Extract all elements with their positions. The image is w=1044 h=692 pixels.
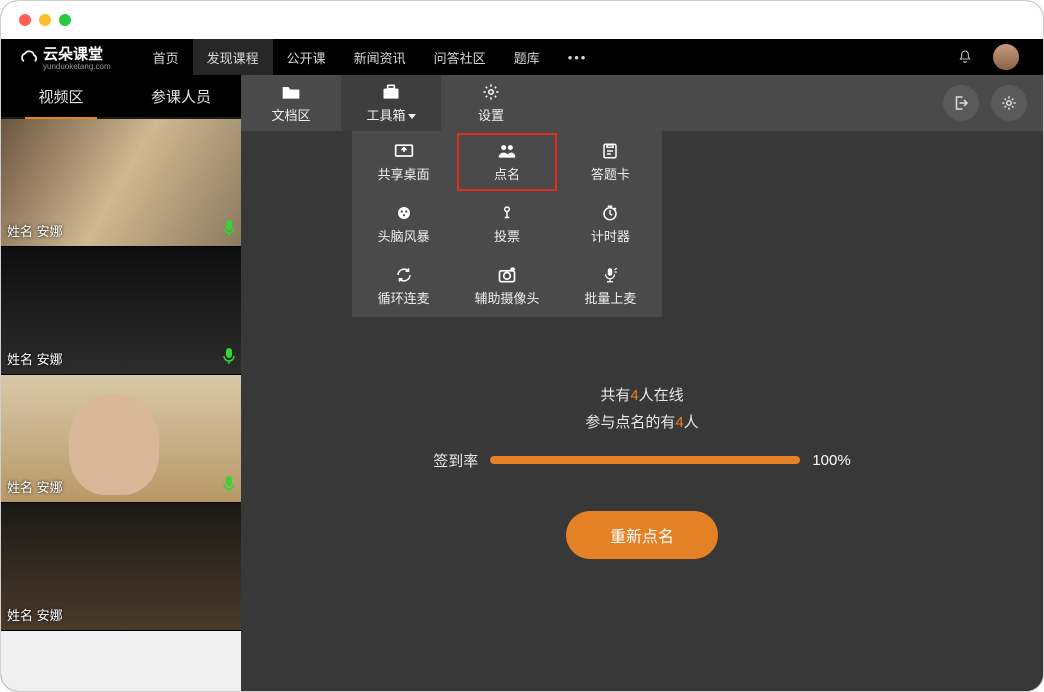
tab-participants[interactable]: 参课人员: [121, 75, 241, 117]
tool-toolbox-label: 工具箱: [366, 105, 415, 124]
video-tile[interactable]: [1, 631, 241, 691]
re-rollcall-button[interactable]: 重新点名: [566, 511, 718, 559]
cloud-icon: [19, 48, 39, 66]
window-titlebar: [1, 1, 1043, 39]
video-list: 姓名 安娜 姓名 安娜 姓名 安娜 姓名 安娜: [1, 119, 241, 691]
folder-icon: [281, 83, 301, 101]
tool-docs[interactable]: 文档区: [241, 75, 341, 131]
tool-share-desktop[interactable]: 共享桌面: [352, 131, 455, 193]
logo-subtext: yunduoketang.com: [43, 62, 111, 71]
share-icon: [394, 142, 414, 160]
bell-icon[interactable]: [957, 49, 973, 65]
video-tile[interactable]: 姓名 安娜: [1, 119, 241, 247]
tool-rollcall[interactable]: 点名: [455, 131, 558, 193]
nav-home[interactable]: 首页: [139, 39, 193, 75]
chevron-down-icon: [408, 114, 416, 119]
nav-exam[interactable]: 题库: [500, 39, 554, 75]
exit-button[interactable]: [943, 85, 979, 121]
signin-rate-fill: [490, 456, 800, 464]
tool-loop-mic[interactable]: 循环连麦: [352, 255, 455, 317]
toolbar-right: [943, 75, 1043, 131]
gear-icon: [481, 83, 501, 101]
brain-icon: [394, 204, 414, 222]
settings-button[interactable]: [991, 85, 1027, 121]
participant-name: 姓名 安娜: [7, 221, 63, 240]
nav-open-class[interactable]: 公开课: [273, 39, 340, 75]
signin-rate-row: 签到率 100%: [433, 450, 850, 471]
maximize-dot[interactable]: [59, 14, 71, 26]
toolbox-dropdown: 共享桌面 点名 答题卡 头脑风暴 投票 计时器 循环连麦 辅助摄像头: [352, 131, 662, 317]
sidebar-tabs: 视频区 参课人员: [1, 75, 241, 119]
loop-icon: [394, 266, 414, 284]
nav-right: [957, 44, 1043, 70]
timer-icon: [600, 204, 620, 222]
tool-timer[interactable]: 计时器: [559, 193, 662, 255]
video-tile[interactable]: 姓名 安娜: [1, 503, 241, 631]
vote-icon: [497, 204, 517, 222]
logo[interactable]: 云朵课堂 yunduoketang.com: [19, 43, 111, 71]
signin-rate-label: 签到率: [433, 450, 478, 471]
video-tile[interactable]: 姓名 安娜: [1, 375, 241, 503]
tool-brainstorm[interactable]: 头脑风暴: [352, 193, 455, 255]
tool-answer-card[interactable]: 答题卡: [559, 131, 662, 193]
avatar[interactable]: [993, 44, 1019, 70]
people-icon: [497, 142, 517, 160]
video-tile[interactable]: 姓名 安娜: [1, 247, 241, 375]
nav-discover[interactable]: 发现课程: [193, 39, 273, 75]
tab-video[interactable]: 视频区: [1, 75, 121, 117]
close-dot[interactable]: [19, 14, 31, 26]
tool-docs-label: 文档区: [271, 105, 310, 124]
tool-settings-label: 设置: [478, 105, 504, 124]
sidebar: 视频区 参课人员 姓名 安娜 姓名 安娜 姓名 安娜: [1, 75, 241, 691]
participant-name: 姓名 安娜: [7, 605, 63, 624]
signin-rate-bar: [490, 456, 800, 464]
logo-text: 云朵课堂: [43, 46, 103, 63]
toolbox-icon: [381, 83, 401, 101]
tool-settings[interactable]: 设置: [441, 75, 541, 131]
card-icon: [600, 142, 620, 160]
gear-icon: [1000, 94, 1018, 112]
nav-more[interactable]: •••: [554, 39, 602, 75]
nav-qa[interactable]: 问答社区: [420, 39, 500, 75]
top-nav: 云朵课堂 yunduoketang.com 首页 发现课程 公开课 新闻资讯 问…: [1, 39, 1043, 75]
camera-icon: [497, 266, 517, 284]
minimize-dot[interactable]: [39, 14, 51, 26]
signin-rate-pct: 100%: [812, 452, 850, 469]
app-window: 云朵课堂 yunduoketang.com 首页 发现课程 公开课 新闻资讯 问…: [0, 0, 1044, 692]
exit-icon: [952, 94, 970, 112]
mic-icon: [223, 348, 235, 364]
mic-icon: [223, 220, 235, 236]
batchmic-icon: [600, 266, 620, 284]
mic-icon: [223, 476, 235, 492]
online-count-line: 共有4人在线: [600, 384, 683, 405]
tool-batch-mic[interactable]: 批量上麦: [559, 255, 662, 317]
participated-count-line: 参与点名的有4人: [585, 411, 698, 432]
tool-toolbox[interactable]: 工具箱: [341, 75, 441, 131]
participant-name: 姓名 安娜: [7, 349, 63, 368]
nav-items: 首页 发现课程 公开课 新闻资讯 问答社区 题库 •••: [139, 39, 602, 75]
tool-aux-camera[interactable]: 辅助摄像头: [455, 255, 558, 317]
nav-news[interactable]: 新闻资讯: [340, 39, 420, 75]
main-toolbar: 文档区 工具箱 设置: [241, 75, 1043, 131]
tool-vote[interactable]: 投票: [455, 193, 558, 255]
participant-name: 姓名 安娜: [7, 477, 63, 496]
